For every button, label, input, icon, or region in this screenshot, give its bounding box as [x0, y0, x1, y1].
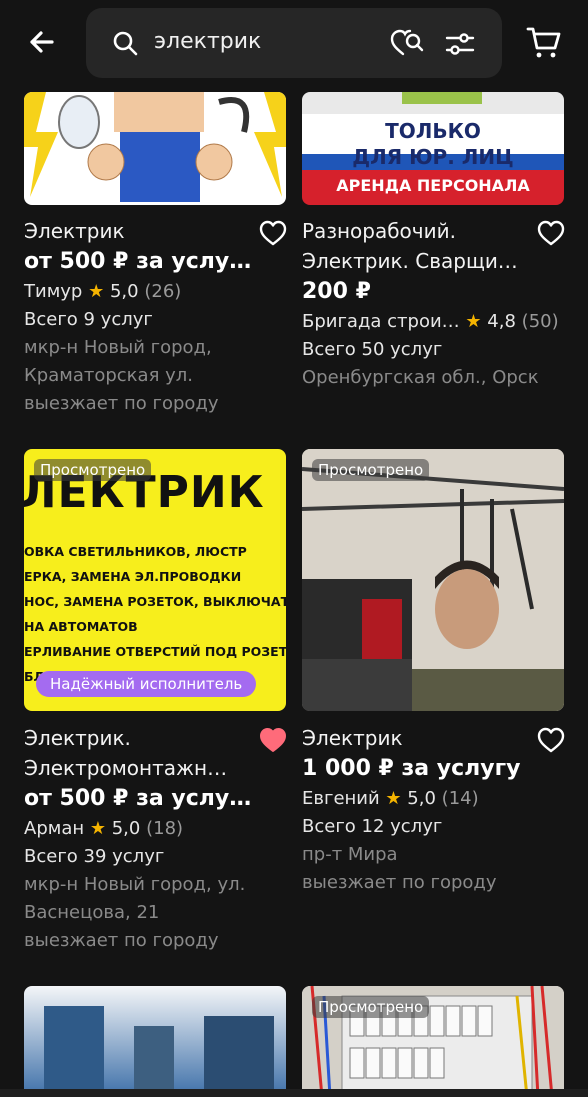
rating-value: 5,0: [109, 281, 139, 302]
search-bar[interactable]: электрик: [86, 8, 502, 78]
services-count: Всего 39 услуг: [24, 846, 165, 867]
star-icon: ★: [465, 311, 482, 332]
banner-text: ДЛЯ ЮР. ЛИЦ: [352, 145, 514, 169]
seller-rating: Арман ★ 5,0 (18): [24, 815, 288, 843]
location-line: выезжает по городу: [24, 930, 219, 951]
search-icon: [113, 31, 138, 56]
banner-text: АРЕНДА ПЕРСОНАЛА: [336, 176, 530, 195]
viewed-badge: Просмотрено: [312, 996, 430, 1018]
viewed-badge: Просмотрено: [312, 459, 430, 481]
listing-title[interactable]: Электрик: [302, 723, 522, 753]
saved-search-heart-icon[interactable]: [389, 28, 425, 58]
listing-image[interactable]: Просмотрено: [302, 449, 564, 711]
listing-image[interactable]: [24, 92, 286, 205]
seller-name: Арман: [24, 818, 85, 839]
viewed-badge: Просмотрено: [34, 459, 152, 481]
electrician-cartoon-image: [24, 92, 286, 202]
location-line: пр-т Мира: [302, 844, 398, 865]
reliable-performer-badge: Надёжный исполнитель: [36, 671, 257, 697]
services-count: Всего 50 услуг: [302, 339, 443, 360]
listing-title[interactable]: Электромонтажн…: [24, 753, 244, 783]
location-line: Оренбургская обл., Орск: [302, 367, 539, 388]
seller-rating: Евгений ★ 5,0 (14): [302, 785, 566, 813]
image-text-line: ЕРКА, ЗАМЕНА ЭЛ.ПРОВОДКИ: [24, 569, 242, 584]
location-line: мкр-н Новый город,: [24, 337, 212, 358]
listing-image[interactable]: ТОЛЬКО ДЛЯ ЮР. ЛИЦ АРЕНДА ПЕРСОНАЛА: [302, 92, 564, 205]
listing-price: от 500 ₽ за услу…: [24, 786, 252, 811]
industrial-photo-image: [24, 986, 286, 1097]
services-count: Всего 9 услуг: [24, 309, 153, 330]
banner-text: ТОЛЬКО: [385, 119, 481, 143]
location-line: Васнецова, 21: [24, 902, 160, 923]
image-text-line: ОВКА СВЕТИЛЬНИКОВ, ЛЮСТР: [24, 544, 247, 559]
rating-value: 5,0: [111, 818, 141, 839]
services-count: Всего 12 услуг: [302, 816, 443, 837]
location-line: Краматорская ул.: [24, 365, 193, 386]
heart-icon[interactable]: [536, 726, 566, 754]
listing-image[interactable]: [24, 986, 286, 1097]
seller-rating: Бригада строи… ★ 4,8 (50): [302, 308, 566, 336]
listing-image[interactable]: ЛЕКТРИК ОВКА СВЕТИЛЬНИКОВ, ЛЮСТР ЕРКА, З…: [24, 449, 286, 711]
listing-title[interactable]: Электрик. Сварщи…: [302, 246, 522, 276]
search-input[interactable]: электрик: [154, 29, 261, 54]
review-count: (26): [144, 281, 182, 302]
listing-image[interactable]: Просмотрено: [302, 986, 564, 1097]
seller-name: Бригада строи…: [302, 311, 460, 332]
top-bar: электрик: [0, 0, 588, 92]
electrician-photo-image: [302, 449, 564, 711]
bottom-edge: [0, 1089, 588, 1097]
location-line: мкр-н Новый город, ул.: [24, 874, 246, 895]
cart-icon[interactable]: [526, 24, 562, 60]
seller-name: Тимур: [24, 281, 83, 302]
listing-title[interactable]: Разнорабочий.: [302, 216, 522, 246]
location-line: выезжает по городу: [302, 872, 497, 893]
image-text-line: НОС, ЗАМЕНА РОЗЕТОК, ВЫКЛЮЧАТЕЛЕ: [24, 594, 286, 609]
back-arrow-icon[interactable]: [22, 22, 62, 62]
listing-price: от 500 ₽ за услу…: [24, 249, 252, 274]
seller-name: Евгений: [302, 788, 380, 809]
listing-price: 200 ₽: [302, 279, 371, 304]
heart-icon[interactable]: [258, 219, 288, 247]
listing-title[interactable]: Электрик.: [24, 723, 244, 753]
star-icon: ★: [89, 818, 106, 839]
heart-filled-icon[interactable]: [258, 726, 288, 754]
seller-rating: Тимур ★ 5,0 (26): [24, 278, 288, 306]
heart-icon[interactable]: [536, 219, 566, 247]
image-text-line: НА АВТОМАТОВ: [24, 619, 138, 634]
rating-value: 4,8: [487, 311, 516, 332]
star-icon: ★: [385, 788, 402, 809]
filters-icon[interactable]: [445, 30, 475, 58]
rating-value: 5,0: [407, 788, 436, 809]
star-icon: ★: [88, 281, 105, 302]
review-count: (50): [521, 311, 559, 332]
listing-price: 1 000 ₽ за услугу: [302, 756, 521, 781]
image-text-line: ЕРЛИВАНИЕ ОТВЕРСТИЙ ПОД РОЗЕТКИ: [24, 644, 286, 659]
review-count: (18): [146, 818, 184, 839]
listing-title[interactable]: Электрик: [24, 216, 244, 246]
location-line: выезжает по городу: [24, 393, 219, 414]
review-count: (14): [441, 788, 479, 809]
